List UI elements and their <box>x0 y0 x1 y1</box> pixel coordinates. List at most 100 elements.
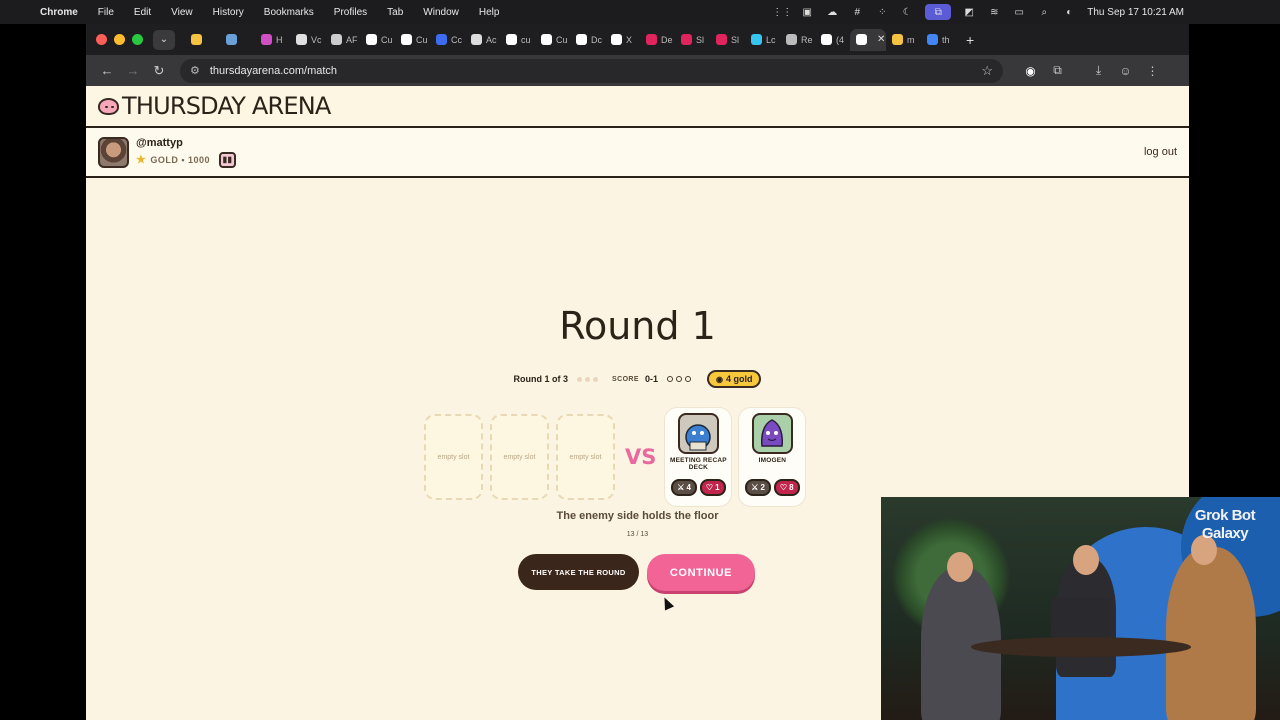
browser-tab[interactable]: th <box>921 29 956 51</box>
moon-icon[interactable]: ☾ <box>900 7 914 18</box>
browser-tab[interactable]: m <box>886 29 921 51</box>
browser-tab[interactable]: Dc <box>570 29 605 51</box>
sword-icon: ⚔ <box>751 483 759 492</box>
browser-tab[interactable]: Ac <box>465 29 500 51</box>
tab-label: H <box>276 34 283 45</box>
browser-tab[interactable]: Vc <box>290 29 325 51</box>
player-slot[interactable]: empty slot <box>424 414 483 500</box>
minimize-window-button[interactable] <box>114 34 125 45</box>
back-arrow-icon[interactable]: ← <box>94 63 120 78</box>
webcam-caption: Grok Bot Galaxy <box>1194 507 1256 542</box>
browser-tab[interactable]: Cc <box>430 29 465 51</box>
new-tab-button[interactable]: + <box>966 32 974 48</box>
menubar-clock[interactable]: Thu Sep 17 10:21 AM <box>1087 7 1184 18</box>
enemy-card[interactable]: MEETING RECAP DECK ⚔ 4 ♡ 1 <box>665 408 732 506</box>
browser-tab[interactable] <box>220 29 255 51</box>
tab-label: Cu <box>416 34 428 45</box>
browser-tab[interactable]: (4 <box>815 29 850 51</box>
extensions-icon[interactable]: ⧉ <box>1044 63 1071 78</box>
screenshot-icon[interactable]: ▣ <box>800 7 814 18</box>
presenter-head <box>1073 545 1099 575</box>
url-text[interactable]: thursdayarena.com/match <box>210 65 337 77</box>
cloud-icon[interactable]: ☁ <box>825 7 839 18</box>
attack-value: 4 <box>686 483 691 492</box>
player-slot[interactable]: empty slot <box>556 414 615 500</box>
browser-tab[interactable]: H <box>255 29 290 51</box>
tab-favicon-icon <box>611 34 622 45</box>
browser-tab[interactable]: Sl <box>675 29 710 51</box>
tab-close-icon[interactable]: ✕ <box>877 34 885 45</box>
slack-icon[interactable]: # <box>850 7 864 18</box>
tab-favicon-icon <box>261 34 272 45</box>
browser-tab[interactable]: cu <box>500 29 535 51</box>
browser-tab[interactable]: Re <box>780 29 815 51</box>
continue-button[interactable]: CONTINUE <box>647 554 755 591</box>
browser-tab[interactable] <box>185 29 220 51</box>
gold-badge: ◉ 4 gold <box>706 370 762 388</box>
cast-icon[interactable]: ◩ <box>962 7 976 18</box>
bookmark-star-icon[interactable]: ☆ <box>981 63 993 79</box>
round-result-button[interactable]: THEY TAKE THE ROUND <box>518 554 639 590</box>
logo-icon <box>98 97 119 115</box>
tab-favicon-icon <box>892 34 903 45</box>
close-window-button[interactable] <box>96 34 107 45</box>
card-stats: ⚔ 4 ♡ 1 <box>671 479 726 496</box>
control-center-icon[interactable]: ◐ <box>1062 7 1076 18</box>
menu-bookmarks[interactable]: Bookmarks <box>254 7 324 18</box>
address-bar[interactable]: ⚙ thursdayarena.com/match ☆ <box>180 58 1003 83</box>
attack-stat: ⚔ 2 <box>745 479 771 496</box>
tab-favicon-icon <box>716 34 727 45</box>
grid-icon[interactable]: ⋮⋮ <box>772 7 792 18</box>
round-progress: Round 1 of 3 <box>513 374 569 384</box>
menu-view[interactable]: View <box>161 7 203 18</box>
menu-history[interactable]: History <box>203 7 254 18</box>
tabs-container: H Vc AF Cu Cu Cc Ac cu Cu Dc X De Sl Sl Lc Re (4 ✕ m th <box>185 28 956 51</box>
tab-search-icon[interactable]: ⌄ <box>153 29 175 50</box>
menu-app-chrome[interactable]: Chrome <box>34 7 88 18</box>
gold-amount: 4 gold <box>725 374 753 384</box>
logout-link[interactable]: log out <box>1144 146 1189 158</box>
tab-label: Sl <box>731 34 740 45</box>
browser-tab[interactable]: Lc <box>745 29 780 51</box>
password-manager-icon[interactable]: ◉ <box>1017 64 1044 78</box>
reload-icon[interactable]: ↻ <box>146 63 172 79</box>
browser-tab[interactable]: ✕ <box>850 28 886 51</box>
search-icon[interactable]: ⌕ <box>1037 7 1051 18</box>
player-slot[interactable]: empty slot <box>490 414 549 500</box>
tab-favicon-icon <box>226 34 237 45</box>
downloads-icon[interactable]: ⤓ <box>1085 63 1112 78</box>
menu-tab[interactable]: Tab <box>377 7 413 18</box>
browser-tab[interactable]: Cu <box>395 29 430 51</box>
round-dot <box>585 376 591 382</box>
menu-window[interactable]: Window <box>413 7 469 18</box>
menu-file[interactable]: File <box>88 7 124 18</box>
chrome-menu-icon[interactable]: ⋮ <box>1139 64 1166 78</box>
site-settings-icon[interactable]: ⚙ <box>190 64 200 77</box>
tab-label: Cu <box>556 34 568 45</box>
browser-toolbar: ← → ↻ ⚙ thursdayarena.com/match ☆ ◉ ⧉ ⤓ … <box>86 55 1189 86</box>
menu-edit[interactable]: Edit <box>124 7 161 18</box>
browser-tab[interactable]: De <box>640 29 675 51</box>
browser-tab[interactable]: AF <box>325 29 360 51</box>
stats-chart-icon[interactable]: ▮▮ <box>219 151 237 168</box>
browser-tab[interactable]: Cu <box>535 29 570 51</box>
score-value: 0-1 <box>644 374 658 384</box>
menu-help[interactable]: Help <box>469 7 510 18</box>
zoom-window-button[interactable] <box>132 34 143 45</box>
site-title[interactable]: THURSDAY ARENA <box>122 92 331 120</box>
browser-tab[interactable]: Cu <box>360 29 395 51</box>
forward-arrow-icon[interactable]: → <box>120 63 146 78</box>
profile-icon[interactable]: ☺ <box>1112 64 1139 78</box>
enemy-card[interactable]: IMOGEN ⚔ 2 ♡ 8 <box>739 408 806 506</box>
purple-creature-icon <box>761 418 784 447</box>
apps-icon[interactable]: ⁘ <box>875 7 889 18</box>
coin-icon: ◉ <box>715 374 723 384</box>
menu-profiles[interactable]: Profiles <box>324 7 377 18</box>
wifi-icon[interactable]: ≋ <box>987 7 1001 18</box>
window-controls <box>92 34 153 45</box>
screen-share-icon[interactable]: ⧉ <box>925 4 952 20</box>
blue-creature-icon <box>685 423 712 450</box>
browser-tab[interactable]: Sl <box>710 29 745 51</box>
battery-icon[interactable]: ▭ <box>1012 7 1026 18</box>
browser-tab[interactable]: X <box>605 29 640 51</box>
